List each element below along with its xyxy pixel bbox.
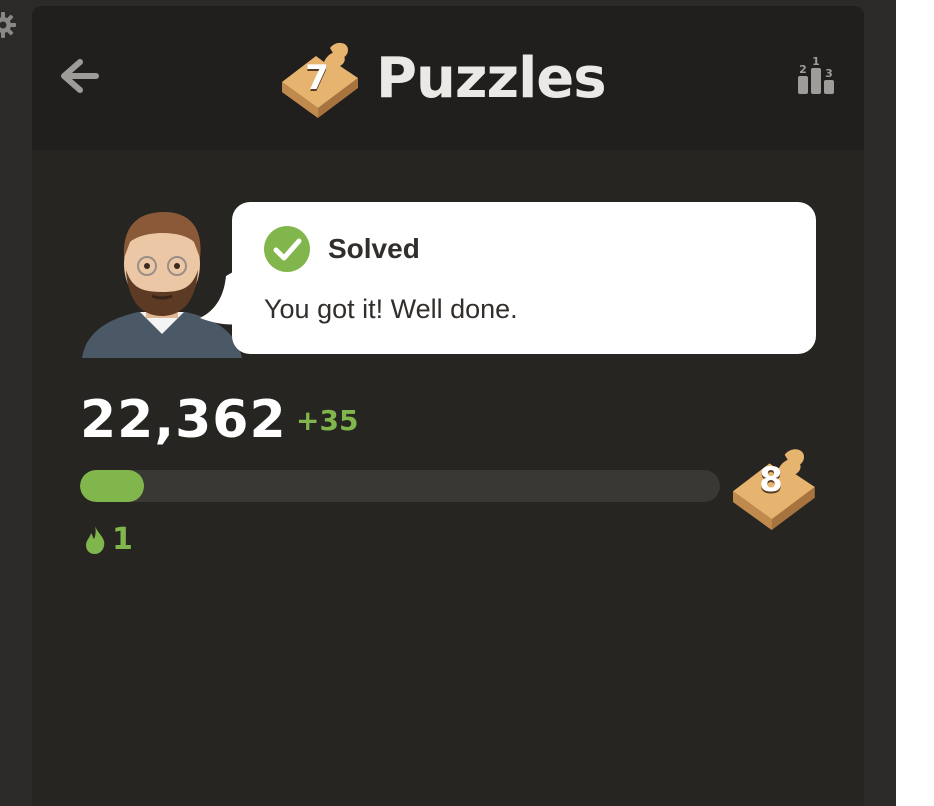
next-level-number: 8 bbox=[759, 460, 783, 500]
svg-text:2: 2 bbox=[799, 63, 807, 76]
svg-text:3: 3 bbox=[825, 67, 833, 80]
page-title: 7 Puzzles bbox=[278, 38, 607, 118]
progress-fill bbox=[80, 470, 144, 502]
streak-count: 1 bbox=[112, 522, 133, 557]
next-level-badge: 8 bbox=[728, 444, 822, 530]
header: 7 Puzzles 2 1 3 bbox=[32, 6, 864, 150]
feedback-message: You got it! Well done. bbox=[264, 294, 518, 324]
level-number: 7 bbox=[305, 58, 329, 98]
solved-label: Solved bbox=[328, 233, 420, 264]
puzzle-panel: 7 Puzzles 2 1 3 Solved You got it! Well … bbox=[32, 6, 864, 806]
solved-row: Solved bbox=[264, 226, 420, 272]
leaderboard-icon[interactable]: 2 1 3 bbox=[792, 52, 840, 100]
gear-icon[interactable] bbox=[0, 12, 16, 38]
svg-text:1: 1 bbox=[812, 55, 820, 68]
right-edge bbox=[896, 0, 934, 806]
title-text: Puzzles bbox=[376, 45, 607, 111]
puzzle-level-badge: 7 bbox=[278, 38, 364, 118]
level-progress-bar bbox=[80, 470, 720, 502]
check-circle-icon bbox=[264, 226, 310, 272]
rating-change: +35 bbox=[296, 404, 359, 437]
streak: 1 bbox=[84, 522, 133, 557]
back-arrow-icon[interactable] bbox=[54, 56, 102, 96]
puzzle-rating: 22,362 bbox=[80, 390, 287, 450]
flame-icon bbox=[86, 525, 105, 554]
feedback-bubble: Solved You got it! Well done. bbox=[232, 202, 816, 354]
